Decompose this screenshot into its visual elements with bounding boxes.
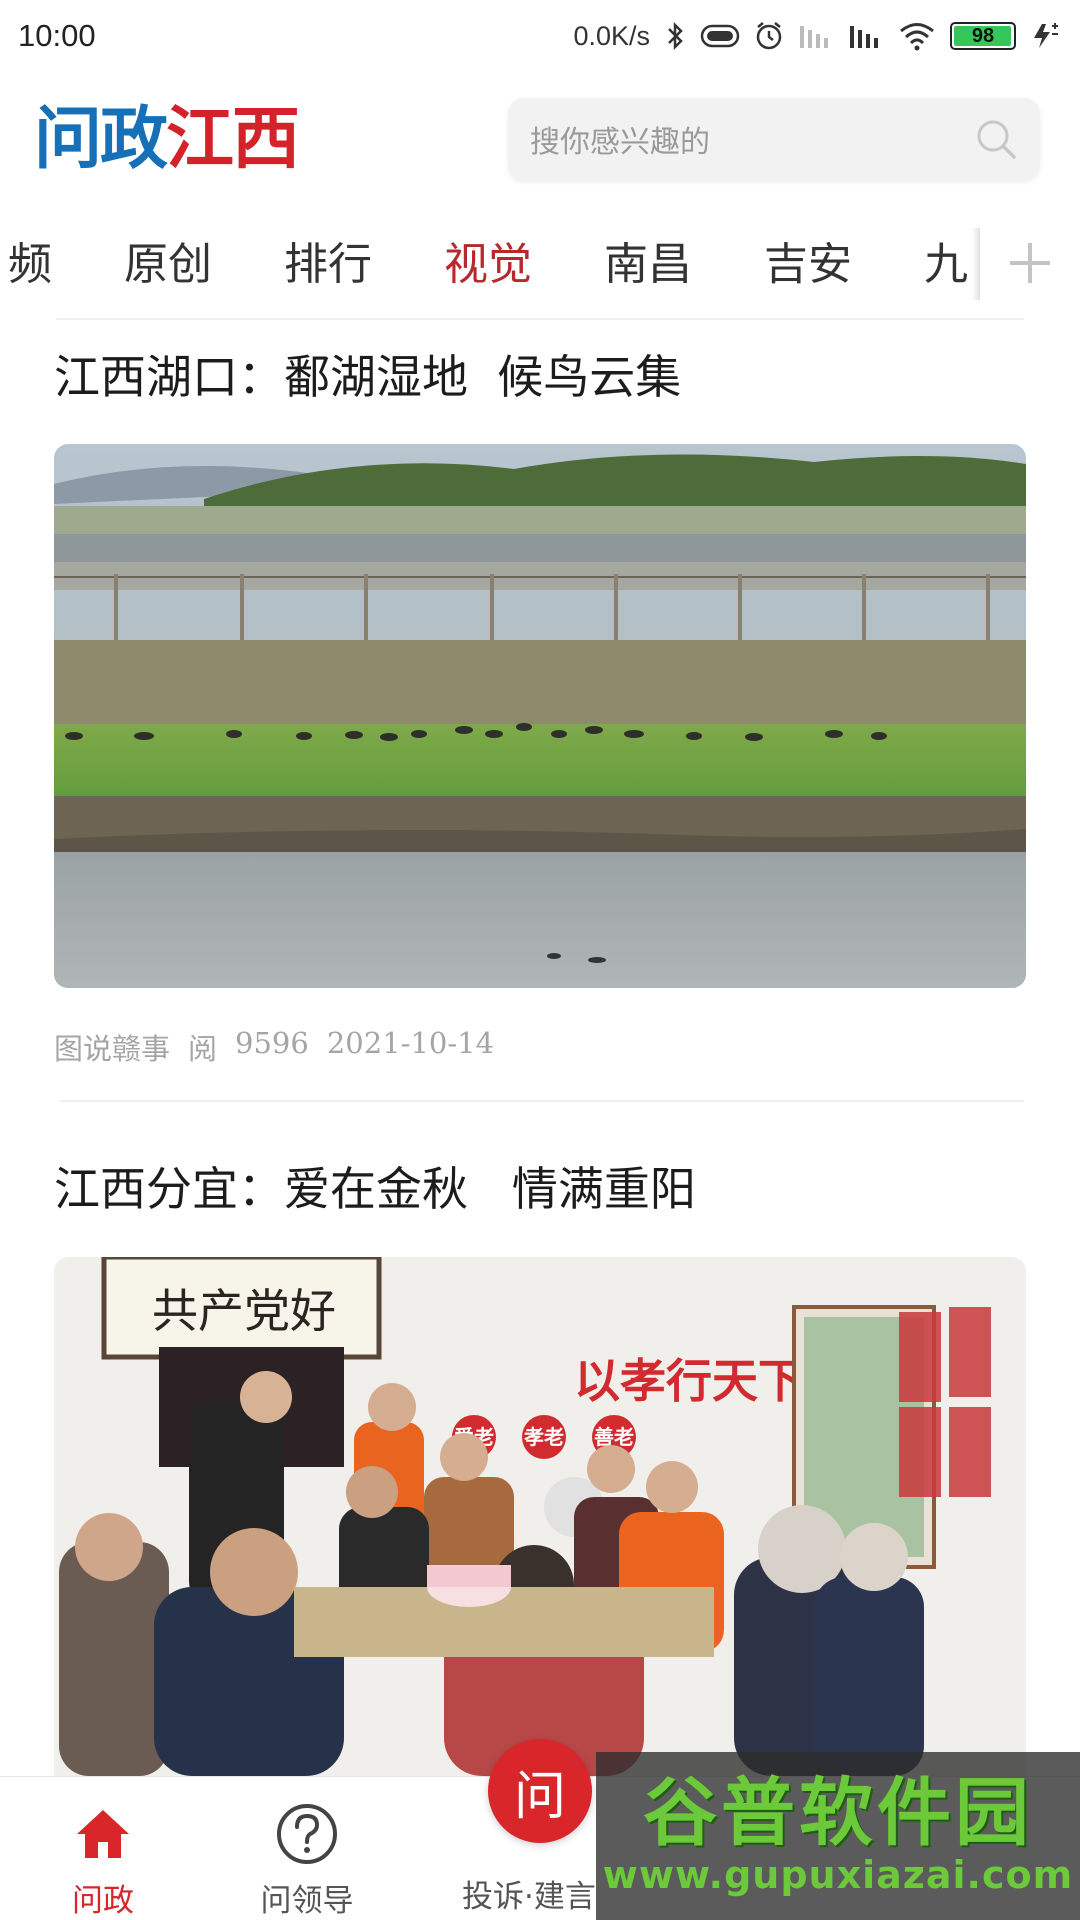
search-input[interactable]: 搜你感兴趣的 bbox=[508, 98, 1040, 180]
article-date: 2021-10-14 bbox=[326, 1026, 495, 1060]
banner-text: 以孝行天下 bbox=[574, 1354, 804, 1408]
nav-label: 问领导 bbox=[260, 1883, 354, 1919]
divider bbox=[60, 1100, 1024, 1102]
search-icon[interactable] bbox=[974, 117, 1018, 161]
divider bbox=[56, 318, 1024, 320]
home-icon bbox=[74, 1799, 132, 1869]
plus-icon[interactable] bbox=[1006, 239, 1054, 291]
app-header: 问政江西 搜你感兴趣的 bbox=[0, 92, 1080, 188]
tab-list: 频 原创 排行 视觉 南昌 吉安 九 bbox=[0, 226, 1004, 304]
logo-part1: 问政 bbox=[34, 100, 168, 179]
article-card[interactable]: 江西分宜：爱在金秋 情满重阳 bbox=[54, 1162, 1026, 1217]
nav-item-wenzheng[interactable]: 问政 bbox=[28, 1777, 178, 1920]
add-channel-button[interactable] bbox=[980, 226, 1080, 304]
ask-center-icon[interactable]: 问 bbox=[488, 1739, 592, 1843]
read-count: 9596 bbox=[235, 1026, 309, 1060]
article-title[interactable]: 江西湖口：鄱湖湿地 候鸟云集 bbox=[54, 350, 1026, 405]
wifi-icon bbox=[898, 21, 936, 51]
tab-visual[interactable]: 视觉 bbox=[408, 243, 568, 287]
watermark-main: 谷普软件园 bbox=[643, 1770, 1033, 1857]
article-image[interactable] bbox=[54, 444, 1026, 988]
nav-item-ask-leader[interactable]: 问领导 bbox=[232, 1777, 382, 1920]
battery-level: 98 bbox=[971, 24, 995, 47]
tab-jian[interactable]: 吉安 bbox=[728, 243, 888, 287]
watermark-url: www.gupuxiazai.com bbox=[602, 1852, 1074, 1897]
tab-partial-left[interactable]: 频 bbox=[0, 243, 88, 287]
watermark: 谷普软件园 www.gupuxiazai.com bbox=[596, 1752, 1080, 1920]
network-speed: 0.0K/s bbox=[573, 20, 650, 51]
search-placeholder: 搜你感兴趣的 bbox=[530, 125, 710, 160]
tab-nanchang[interactable]: 南昌 bbox=[568, 243, 728, 287]
article-title[interactable]: 江西分宜：爱在金秋 情满重阳 bbox=[54, 1162, 1026, 1217]
status-bar: 10:00 0.0K/s 98 bbox=[0, 0, 1080, 72]
logo-part2: 江西 bbox=[166, 100, 300, 179]
tab-original[interactable]: 原创 bbox=[88, 243, 248, 287]
battery-icon: 98 bbox=[950, 22, 1016, 50]
toggle-icon bbox=[700, 23, 740, 49]
charging-icon bbox=[1030, 22, 1062, 50]
tab-ranking[interactable]: 排行 bbox=[248, 243, 408, 287]
nav-label[interactable]: 投诉·建言 bbox=[462, 1871, 596, 1916]
gathering-photo: 共产党好 以孝行天下 爱老 孝老 善老 bbox=[54, 1257, 1026, 1776]
alarm-icon bbox=[754, 21, 784, 51]
article-source: 图说赣事 bbox=[54, 1032, 171, 1066]
status-time: 10:00 bbox=[18, 18, 96, 53]
read-label: 阅 bbox=[188, 1032, 218, 1066]
status-icons: 0.0K/s 98 bbox=[573, 21, 1062, 52]
signal-icon bbox=[798, 22, 834, 50]
bluetooth-icon bbox=[664, 21, 686, 51]
article-meta: 图说赣事 阅 9596 2021-10-14 bbox=[54, 1026, 494, 1068]
signal-icon bbox=[848, 22, 884, 50]
heart-label: 孝老 bbox=[523, 1425, 564, 1449]
wetland-photo bbox=[54, 444, 1026, 988]
app-logo[interactable]: 问政江西 bbox=[34, 106, 300, 174]
nav-label: 问政 bbox=[72, 1883, 134, 1919]
calligraphy-text: 共产党好 bbox=[152, 1284, 336, 1338]
question-icon bbox=[275, 1799, 339, 1869]
article-image[interactable]: 共产党好 以孝行天下 爱老 孝老 善老 bbox=[54, 1257, 1026, 1776]
article-card[interactable]: 江西湖口：鄱湖湿地 候鸟云集 bbox=[54, 350, 1026, 405]
channel-tabs: 频 原创 排行 视觉 南昌 吉安 九 bbox=[0, 226, 1080, 304]
